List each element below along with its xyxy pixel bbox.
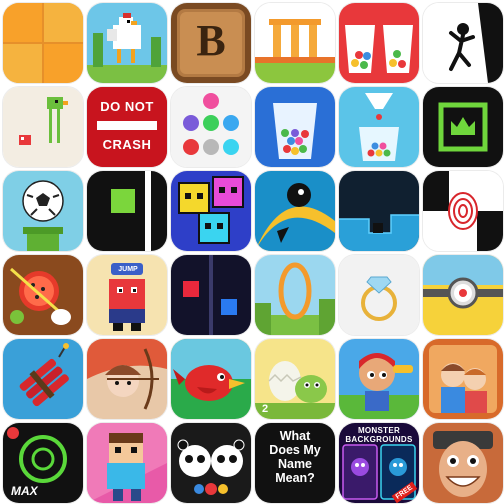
app-tile-crown-frame[interactable] xyxy=(423,87,503,167)
app-tile-grinning-face[interactable] xyxy=(423,423,503,503)
dark-blue-steps-icon xyxy=(339,171,419,251)
pixel-chicken-icon xyxy=(87,3,167,83)
name-meaning-text: What Does My Name Mean? xyxy=(255,429,335,485)
app-tile-dj-max[interactable]: MAX xyxy=(3,423,83,503)
colored-balls-grid-icon xyxy=(171,87,251,167)
sequel-number-label: 2 xyxy=(261,403,269,415)
crown-frame-icon xyxy=(423,87,503,167)
glass-of-balls-icon xyxy=(255,87,335,167)
minion-eye-icon xyxy=(423,255,503,335)
app-tile-orange-grid[interactable] xyxy=(3,3,83,83)
app-tile-ring-hoop[interactable] xyxy=(255,255,335,335)
app-tile-letter-b[interactable]: B xyxy=(171,3,251,83)
do-not-label: DO NOT xyxy=(100,99,154,114)
app-tile-hatching-egg[interactable]: 2 xyxy=(255,339,335,419)
red-blue-squares-icon xyxy=(171,255,251,335)
app-tile-stickman[interactable] xyxy=(423,3,503,83)
name-meaning-line-2: Does My xyxy=(269,443,321,457)
jump-label: JUMP xyxy=(118,266,138,273)
blocky-character-icon xyxy=(87,423,167,503)
app-tile-cartoon-hero[interactable] xyxy=(339,339,419,419)
max-label: MAX xyxy=(11,484,38,498)
black-ball-arc-icon xyxy=(255,171,335,251)
app-tile-long-legged-bird[interactable] xyxy=(3,87,83,167)
app-tile-blocky-character[interactable] xyxy=(87,423,167,503)
panda-juggle-icon xyxy=(171,423,251,503)
stickman-silhouette-icon xyxy=(423,3,503,83)
cups-of-balls-icon xyxy=(339,3,419,83)
app-tile-monster-backgrounds[interactable]: MONSTER BACKGROUNDS FREE xyxy=(339,423,419,503)
app-tile-dark-steps[interactable] xyxy=(339,171,419,251)
archer-character-icon xyxy=(87,339,167,419)
geometry-cubes-icon xyxy=(171,171,251,251)
falling-balls-cup-icon xyxy=(339,87,419,167)
dynamite-bundle-icon xyxy=(3,339,83,419)
app-tile-cups-of-balls[interactable] xyxy=(339,3,419,83)
app-tile-jump-tower[interactable]: JUMP xyxy=(87,255,167,335)
temple-columns-icon xyxy=(255,3,335,83)
grinning-face-icon xyxy=(423,423,503,503)
diamond-ring-icon xyxy=(339,255,419,335)
app-tile-name-meaning[interactable]: What Does My Name Mean? xyxy=(255,423,335,503)
app-tile-soccer-pipe[interactable] xyxy=(3,171,83,251)
app-tile-fruit-slash[interactable] xyxy=(3,255,83,335)
app-tile-temple[interactable] xyxy=(255,3,335,83)
app-tile-family[interactable] xyxy=(423,339,503,419)
ring-hoop-icon xyxy=(255,255,335,335)
app-tile-diamond-ring[interactable] xyxy=(339,255,419,335)
name-meaning-line-3: Name xyxy=(277,457,313,471)
fruit-slash-icon xyxy=(3,255,83,335)
app-tile-dynamite[interactable] xyxy=(3,339,83,419)
name-meaning-line-1: What xyxy=(279,429,311,443)
app-tile-red-blue-squares[interactable] xyxy=(171,255,251,335)
app-tile-pixel-chicken[interactable] xyxy=(87,3,167,83)
soccer-ball-pipe-icon xyxy=(3,171,83,251)
app-tile-black-ball-arc[interactable] xyxy=(255,171,335,251)
app-icon-grid: B DO NOT CRASH JUMP 2 MAX What Does My N… xyxy=(0,0,504,504)
monster-backgrounds-title: MONSTER BACKGROUNDS xyxy=(339,426,419,444)
green-square-runner-icon xyxy=(87,171,167,251)
app-tile-archer[interactable] xyxy=(87,339,167,419)
name-meaning-line-4: Mean? xyxy=(275,471,315,485)
app-tile-glass-of-balls[interactable] xyxy=(255,87,335,167)
app-tile-red-bird[interactable] xyxy=(171,339,251,419)
long-legged-bird-icon xyxy=(3,87,83,167)
crash-label: CRASH xyxy=(102,137,152,152)
app-tile-minion-eye[interactable] xyxy=(423,255,503,335)
piano-fingerprint-icon xyxy=(423,171,503,251)
app-tile-piano-fingerprint[interactable] xyxy=(423,171,503,251)
letter-b-label: B xyxy=(196,16,226,65)
orange-grid-icon xyxy=(3,3,83,83)
cartoon-boy-hero-icon xyxy=(339,339,419,419)
app-tile-panda[interactable] xyxy=(171,423,251,503)
backgrounds-label: BACKGROUNDS xyxy=(345,435,413,444)
app-tile-green-square[interactable] xyxy=(87,171,167,251)
app-tile-falling-balls[interactable] xyxy=(339,87,419,167)
red-bird-icon xyxy=(171,339,251,419)
monster-label: MONSTER xyxy=(357,426,401,435)
family-portrait-icon xyxy=(423,339,503,419)
app-tile-geometry-cubes[interactable] xyxy=(171,171,251,251)
app-tile-do-not-crash[interactable]: DO NOT CRASH xyxy=(87,87,167,167)
app-tile-colored-balls[interactable] xyxy=(171,87,251,167)
